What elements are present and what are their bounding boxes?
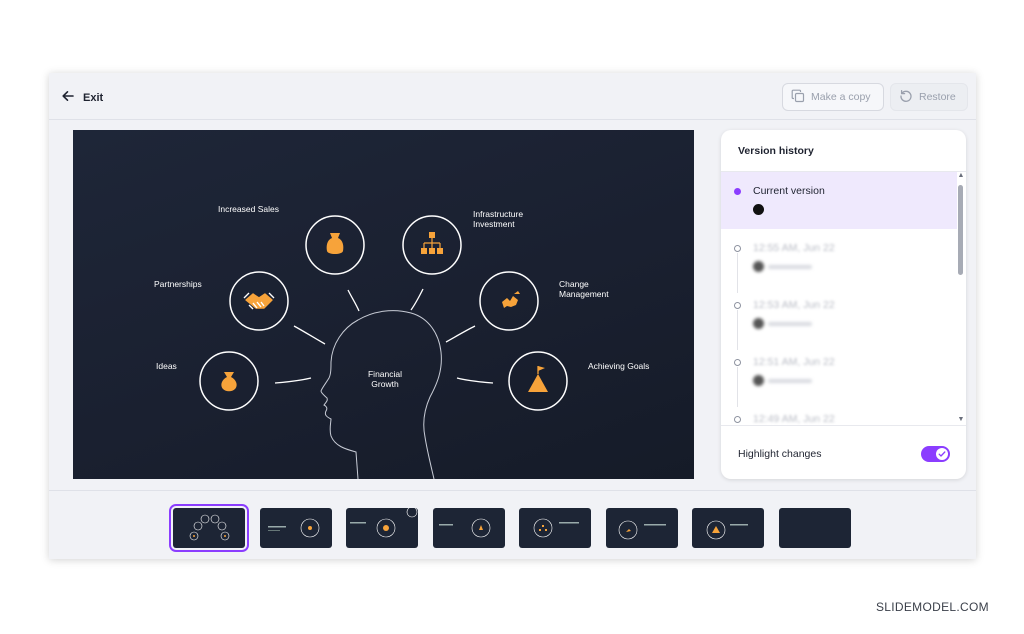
connector-change: [445, 325, 476, 343]
money-bag-icon: [221, 372, 237, 392]
blurred-author: [768, 379, 812, 383]
head-silhouette: [320, 310, 442, 479]
connector-goals: [456, 377, 494, 384]
org-chart-icon: [421, 232, 443, 254]
version-item[interactable]: 12:53 AM, Jun 22: [721, 286, 957, 350]
restore-label: Restore: [919, 91, 956, 103]
version-label: 12:53 AM, Jun 22: [753, 299, 835, 311]
label-ideas: Ideas: [156, 361, 177, 371]
version-item[interactable]: 12:51 AM, Jun 22: [721, 343, 957, 407]
check-icon: [938, 451, 946, 457]
toggle-knob: [936, 448, 948, 460]
scrollbar-thumb[interactable]: [958, 185, 963, 275]
avatar: [753, 204, 764, 215]
editor-window: Exit Make a copy Restore Ideas Partnersh…: [49, 73, 976, 559]
label-change-line-2: Management: [559, 289, 609, 299]
copy-icon: [791, 89, 805, 106]
slide-thumbnail-8[interactable]: [779, 508, 851, 548]
connector-sales: [347, 289, 360, 312]
label-infrastructure-line-2: Investment: [473, 219, 515, 229]
version-label: Current version: [753, 185, 825, 197]
version-item[interactable]: 12:49 AM, Jun 22: [721, 400, 957, 425]
restore-icon: [899, 89, 913, 106]
version-label: 12:51 AM, Jun 22: [753, 356, 835, 368]
highlight-changes-label: Highlight changes: [738, 448, 822, 460]
make-copy-label: Make a copy: [811, 91, 871, 103]
slide-canvas[interactable]: Ideas Partnerships Increased Sales Infra…: [73, 130, 694, 479]
label-partnerships: Partnerships: [154, 279, 202, 289]
version-dot: [734, 188, 741, 195]
slide-thumbnail-6[interactable]: [606, 508, 678, 548]
version-dot: [734, 302, 741, 309]
highlight-changes-row: Highlight changes: [738, 444, 950, 464]
avatar: [753, 375, 764, 386]
slide-thumbnail-3[interactable]: [346, 508, 418, 548]
slide-thumbnail-2[interactable]: [260, 508, 332, 548]
make-copy-button[interactable]: Make a copy: [782, 83, 884, 111]
version-item[interactable]: 12:55 AM, Jun 22: [721, 229, 957, 293]
sales-bag-icon: [326, 233, 344, 254]
connector-partnerships: [293, 325, 326, 345]
scroll-up-icon[interactable]: ▲: [957, 172, 965, 179]
label-increased-sales: Increased Sales: [218, 204, 279, 214]
summit-flag-icon: [528, 366, 548, 392]
connector-infrastructure: [410, 288, 424, 311]
center-label-line-2: Growth: [371, 379, 399, 389]
slide-thumbnail-7[interactable]: [692, 508, 764, 548]
scroll-down-icon[interactable]: ▼: [957, 416, 965, 423]
handshake-icon: [243, 292, 275, 310]
center-label-line-1: Financial: [367, 369, 403, 379]
slide-graphic: [199, 215, 568, 479]
label-achieving-goals: Achieving Goals: [588, 361, 650, 371]
puzzle-icon: [502, 291, 520, 308]
watermark: SLIDEMODEL.COM: [876, 600, 989, 614]
arrow-left-icon: [61, 89, 75, 108]
version-dot: [734, 245, 741, 252]
avatar: [753, 318, 764, 329]
label-infrastructure-line-1: Infrastructure: [473, 209, 524, 219]
top-bar: Exit Make a copy Restore: [49, 73, 976, 120]
slide-thumbnail-1[interactable]: [169, 504, 249, 552]
version-history-panel: Version history Current version 12:55 AM…: [721, 130, 966, 479]
exit-button[interactable]: Exit: [61, 87, 103, 109]
slide-filmstrip: [49, 490, 976, 559]
version-label: 12:49 AM, Jun 22: [753, 413, 835, 425]
version-list[interactable]: Current version 12:55 AM, Jun 22 12:53 A…: [721, 171, 966, 426]
restore-button[interactable]: Restore: [890, 83, 968, 111]
slide-thumbnail-4[interactable]: [433, 508, 505, 548]
blurred-author: [768, 265, 812, 269]
version-item-current[interactable]: Current version: [721, 172, 957, 229]
highlight-changes-toggle[interactable]: [921, 446, 950, 462]
label-change-line-1: Change: [559, 279, 589, 289]
version-history-title: Version history: [738, 145, 814, 157]
version-dot: [734, 416, 741, 423]
avatar: [753, 261, 764, 272]
version-label: 12:55 AM, Jun 22: [753, 242, 835, 254]
exit-label: Exit: [83, 92, 104, 104]
version-dot: [734, 359, 741, 366]
slide-thumbnail-5[interactable]: [519, 508, 591, 548]
connector-ideas: [274, 377, 312, 384]
blurred-author: [768, 322, 812, 326]
